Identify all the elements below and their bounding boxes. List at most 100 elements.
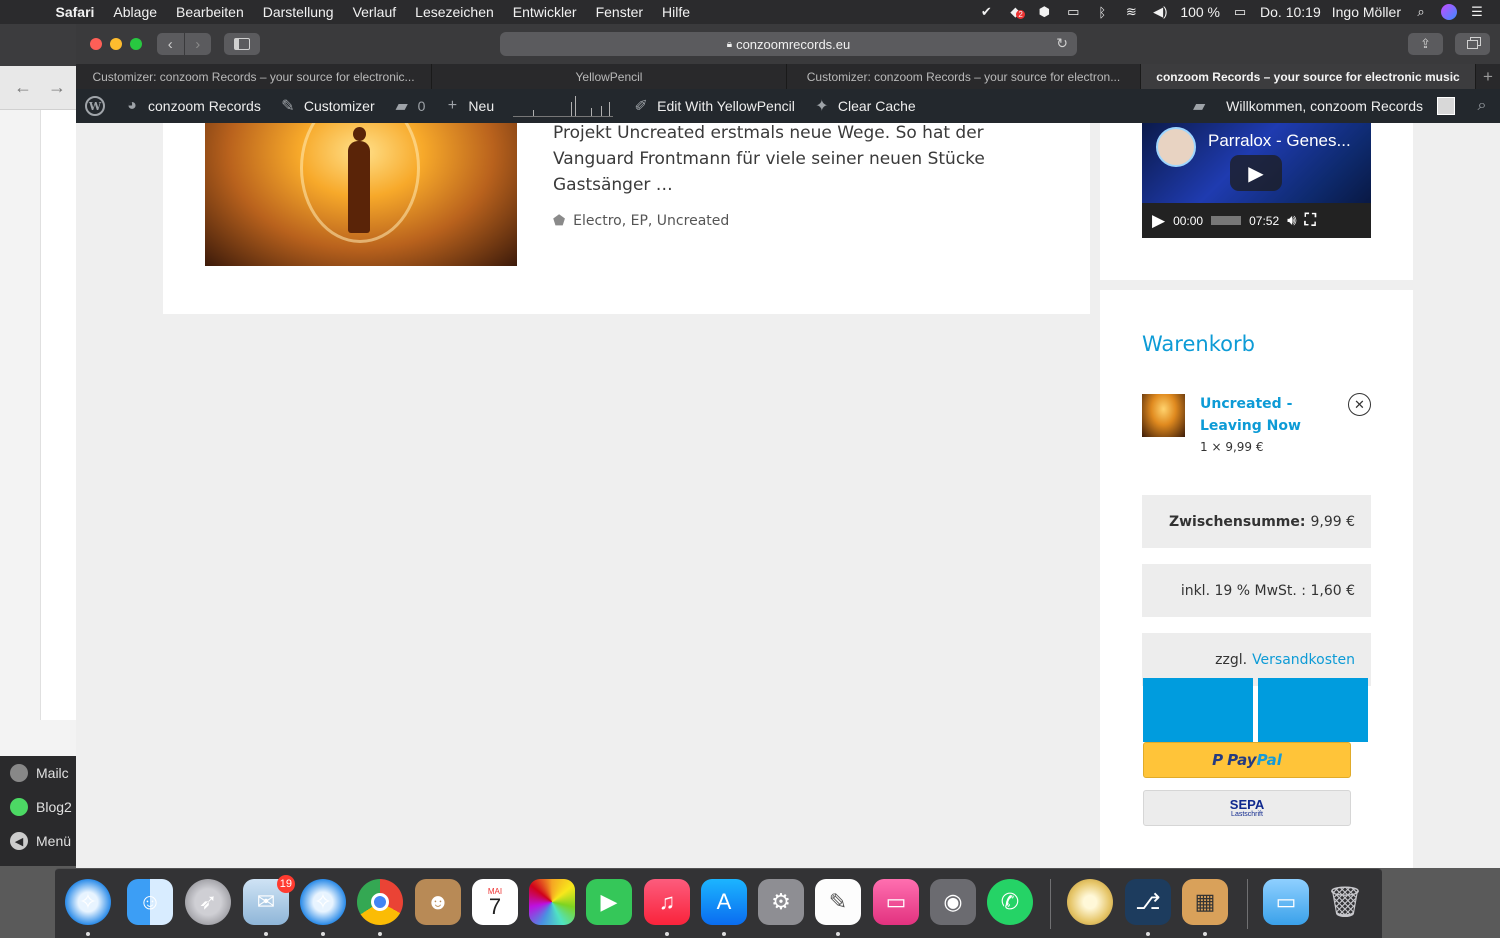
battery-percent[interactable]: 100 % <box>1180 4 1220 20</box>
big-play-button[interactable]: ▶ <box>1230 155 1282 191</box>
bg-sidebar-item-mail[interactable]: Mailc <box>0 756 80 790</box>
account-menu[interactable]: Willkommen, conzoom Records <box>1217 89 1464 123</box>
textedit-icon[interactable]: ✎ <box>815 879 861 925</box>
reload-icon[interactable]: ↻ <box>1056 35 1068 52</box>
bg-sidebar-item-menu[interactable]: ◀ Menü <box>0 824 80 858</box>
cleanmymac-icon[interactable]: ▭ <box>873 879 919 925</box>
notification-center-icon[interactable]: ☰ <box>1468 4 1486 20</box>
cube-icon[interactable]: ⬢ <box>1035 4 1053 20</box>
calendar-icon[interactable]: MAI 7 <box>472 879 518 925</box>
cart-item-thumbnail[interactable] <box>1142 394 1185 437</box>
volume-icon[interactable]: 🔊︎ <box>1287 212 1296 229</box>
back-button[interactable]: ‹ <box>157 33 184 55</box>
forward-arrow-icon[interactable]: → <box>48 77 66 98</box>
fullscreen-icon[interactable]: ⛶ <box>1305 212 1316 230</box>
disk-utility-icon[interactable]: ◉ <box>930 879 976 925</box>
folder-icon[interactable]: ▭ <box>1263 879 1309 925</box>
wp-logo-menu[interactable]: W <box>76 89 114 123</box>
clock[interactable]: Do. 10:19 <box>1260 4 1321 20</box>
airplay-icon[interactable]: ▭ <box>1064 4 1082 20</box>
volume-icon[interactable]: ◀) <box>1151 4 1169 20</box>
stats-sparkline[interactable] <box>513 95 614 117</box>
site-name-menu[interactable]: ◕ conzoom Records <box>114 89 270 123</box>
safari-icon[interactable]: ✧ <box>65 879 111 925</box>
address-bar[interactable]: 🔒︎ conzoomrecords.eu ↻ <box>500 32 1077 56</box>
new-content-menu[interactable]: + Neu <box>434 89 503 123</box>
safari-icon[interactable]: ✧ <box>300 879 346 925</box>
fullscreen-window-button[interactable] <box>130 38 142 50</box>
checkout-button[interactable] <box>1258 678 1368 742</box>
battery-icon[interactable]: ▭ <box>1231 4 1249 20</box>
app-store-icon[interactable]: A <box>701 879 747 925</box>
chrome-icon[interactable] <box>357 879 403 925</box>
edit-with-yellowpencil-link[interactable]: ✐ Edit With YellowPencil <box>623 89 804 123</box>
spotlight-search-icon[interactable]: ⌕ <box>1412 4 1430 20</box>
dvd-icon[interactable] <box>1067 879 1113 925</box>
share-button[interactable]: ⇪ <box>1408 33 1443 55</box>
dock: ✧ ☺ ➶ ✉ 19 ✧ ☻ MAI 7 ▶ ♫ A ⚙ ✎ ▭ ◉ ✆ ⎇ ▦ ▭… <box>55 868 1382 938</box>
paypal-button[interactable]: P Pay Pal <box>1143 742 1351 778</box>
notification-bubble[interactable]: ▰ <box>1181 89 1217 123</box>
whatsapp-icon[interactable]: ✆ <box>987 879 1033 925</box>
comments-link[interactable]: ▰ 0 <box>384 89 435 123</box>
contacts-icon[interactable]: ☻ <box>415 879 461 925</box>
play-control-icon[interactable]: ▶ <box>1152 211 1165 231</box>
music-icon[interactable]: ♫ <box>644 879 690 925</box>
clear-cache-link[interactable]: ✦ Clear Cache <box>804 89 925 123</box>
sepa-button[interactable]: SEPA Lastschrift <box>1143 790 1351 826</box>
facetime-icon[interactable]: ▶ <box>586 879 632 925</box>
menu-entwickler[interactable]: Entwickler <box>503 4 586 20</box>
dropbox-icon[interactable]: ◆ 2 <box>1006 4 1025 20</box>
calculator-icon[interactable]: ▦ <box>1182 879 1228 925</box>
wifi-icon[interactable]: ≋ <box>1122 4 1140 20</box>
close-window-button[interactable] <box>90 38 102 50</box>
menu-ablage[interactable]: Ablage <box>104 4 167 20</box>
menu-app-safari[interactable]: Safari <box>46 4 104 20</box>
sidebar-toggle-button[interactable] <box>224 33 260 55</box>
minimize-window-button[interactable] <box>110 38 122 50</box>
menu-darstellung[interactable]: Darstellung <box>253 4 343 20</box>
menu-bearbeiten[interactable]: Bearbeiten <box>167 4 254 20</box>
shipping-link[interactable]: Versandkosten <box>1252 652 1355 668</box>
speech-bubble-icon: ▰ <box>1193 98 1206 115</box>
running-indicator <box>321 932 325 936</box>
tab-customizer-1[interactable]: Customizer: conzoom Records – your sourc… <box>76 64 432 89</box>
view-cart-button[interactable] <box>1143 678 1253 742</box>
bg-sidebar-item-blog[interactable]: Blog2 <box>0 790 80 824</box>
read-more-link[interactable]: weiterlesen <box>678 175 776 195</box>
video-title[interactable]: Parralox - Genes... <box>1208 131 1351 151</box>
tab-conzoom-active[interactable]: conzoom Records – your source for electr… <box>1141 64 1476 89</box>
forward-button[interactable]: › <box>183 33 212 55</box>
admin-search[interactable]: ⌕ <box>1464 89 1500 123</box>
post-thumbnail[interactable] <box>205 123 517 266</box>
photos-icon[interactable] <box>529 879 575 925</box>
menu-verlauf[interactable]: Verlauf <box>343 4 406 20</box>
video-player[interactable]: Parralox - Genes... ▶ ▶ 00:00 07:52 🔊︎ ⛶ <box>1142 123 1371 238</box>
tag-links[interactable]: Electro, EP, Uncreated <box>573 213 729 229</box>
tab-customizer-2[interactable]: Customizer: conzoom Records – your sourc… <box>787 64 1141 89</box>
progress-scrubber[interactable] <box>1211 216 1242 225</box>
safari-window: ‹ › 🔒︎ conzoomrecords.eu ↻ ⇪ Customizer:… <box>76 24 1500 868</box>
new-tab-button[interactable]: + <box>1476 64 1500 89</box>
duration: 07:52 <box>1249 213 1280 228</box>
trash-icon[interactable]: 🗑︎ <box>1322 879 1368 925</box>
checkmark-status-icon[interactable]: ✔ <box>977 4 995 20</box>
mail-icon[interactable]: ✉ 19 <box>243 875 295 925</box>
bluetooth-icon[interactable]: ᛒ <box>1093 4 1111 20</box>
system-preferences-icon[interactable]: ⚙ <box>758 879 804 925</box>
show-all-tabs-button[interactable] <box>1455 33 1490 55</box>
cart-widget: Warenkorb Uncreated - Leaving Now ✕ 1 × … <box>1100 290 1413 868</box>
remove-item-button[interactable]: ✕ <box>1348 393 1371 416</box>
tab-yellowpencil[interactable]: YellowPencil <box>432 64 787 89</box>
finder-icon[interactable]: ☺ <box>127 879 173 925</box>
sourcetree-icon[interactable]: ⎇ <box>1125 879 1171 925</box>
cart-item-name[interactable]: Uncreated - Leaving Now <box>1200 393 1350 437</box>
siri-icon[interactable] <box>1441 4 1457 20</box>
customizer-link[interactable]: ✎ Customizer <box>270 89 384 123</box>
back-arrow-icon[interactable]: ← <box>14 77 32 98</box>
menu-lesezeichen[interactable]: Lesezeichen <box>406 4 504 20</box>
menu-fenster[interactable]: Fenster <box>586 4 652 20</box>
launchpad-icon[interactable]: ➶ <box>185 879 231 925</box>
menu-hilfe[interactable]: Hilfe <box>653 4 700 20</box>
user-name[interactable]: Ingo Möller <box>1332 4 1401 20</box>
